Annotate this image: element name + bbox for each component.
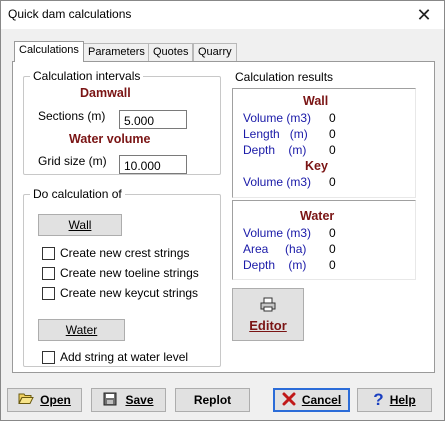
tab-calculations[interactable]: Calculations	[14, 41, 84, 62]
key-volume-value: 0	[329, 175, 336, 189]
cancel-button-label: Cancel	[301, 393, 342, 407]
keycut-strings-label: Create new keycut strings	[60, 286, 199, 300]
dialog-window: Quick dam calculations ✕ Calculations Pa…	[0, 0, 445, 421]
wall-length-value: 0	[329, 127, 336, 141]
editor-button-label: Editor	[249, 317, 287, 333]
wall-button-label: Wall	[68, 218, 92, 232]
crest-strings-check[interactable]: Create new crest strings	[42, 246, 189, 260]
do-calculation-group: Do calculation of Wall Create new crest …	[23, 187, 221, 367]
water-volume-label: Volume (m3)	[243, 226, 312, 240]
save-button[interactable]: Save	[91, 388, 166, 412]
save-icon	[103, 392, 119, 409]
water-results-box: Water Volume (m3) 0 Area (ha) 0 Depth (m…	[232, 200, 416, 280]
water-level-label: Add string at water level	[60, 350, 189, 364]
grid-size-label: Grid size (m)	[38, 154, 107, 168]
calculation-intervals-label: Calculation intervals	[30, 69, 144, 83]
keycut-strings-check[interactable]: Create new keycut strings	[42, 286, 198, 300]
close-icon[interactable]: ✕	[404, 1, 444, 29]
crest-strings-checkbox[interactable]	[42, 246, 55, 260]
toeline-strings-checkbox[interactable]	[42, 266, 55, 280]
wall-depth-value: 0	[329, 143, 336, 157]
toeline-strings-check[interactable]: Create new toeline strings	[42, 266, 199, 280]
keycut-strings-checkbox[interactable]	[42, 286, 55, 300]
sections-label: Sections (m)	[38, 109, 106, 123]
tab-parameters[interactable]: Parameters	[83, 43, 150, 61]
key-results-heading: Key	[305, 159, 328, 173]
replot-button[interactable]: Replot	[175, 388, 250, 412]
calculation-results-label: Calculation results	[235, 70, 334, 84]
water-results-heading: Water	[300, 209, 335, 223]
water-area-label: Area (ha)	[243, 242, 307, 256]
water-volume-heading: Water volume	[69, 132, 151, 146]
wall-button[interactable]: Wall	[38, 214, 122, 236]
wall-results-box: Wall Volume (m3) 0 Length (m) 0 Depth (m…	[232, 88, 416, 198]
replot-button-label: Replot	[193, 393, 232, 407]
tab-quotes[interactable]: Quotes	[148, 43, 194, 61]
wall-volume-value: 0	[329, 111, 336, 125]
wall-depth-label: Depth (m)	[243, 143, 307, 157]
editor-button[interactable]: Editor	[232, 288, 304, 341]
calculations-panel: Calculation intervals Damwall Sections (…	[12, 61, 435, 373]
toeline-strings-label: Create new toeline strings	[60, 266, 199, 280]
water-depth-value: 0	[329, 258, 336, 272]
open-button[interactable]: Open	[7, 388, 82, 412]
water-volume-value: 0	[329, 226, 336, 240]
wall-length-label: Length (m)	[243, 127, 308, 141]
printer-icon	[260, 297, 276, 315]
cancel-button[interactable]: Cancel	[273, 388, 350, 412]
title-bar: Quick dam calculations ✕	[1, 1, 444, 29]
water-depth-label: Depth (m)	[243, 258, 307, 272]
water-area-value: 0	[329, 242, 336, 256]
water-button-label: Water	[65, 323, 98, 337]
wall-volume-label: Volume (m3)	[243, 111, 312, 125]
damwall-heading: Damwall	[80, 86, 131, 100]
grid-size-input[interactable]	[119, 155, 187, 174]
key-volume-label: Volume (m3)	[243, 175, 312, 189]
question-icon: ?	[373, 390, 384, 409]
open-button-label: Open	[40, 393, 71, 407]
water-level-check[interactable]: Add string at water level	[42, 350, 188, 364]
calculation-intervals-group: Calculation intervals Damwall Sections (…	[23, 69, 221, 175]
help-button[interactable]: ? Help	[357, 388, 432, 412]
x-icon	[282, 392, 296, 409]
folder-open-icon	[18, 392, 34, 408]
do-calculation-label: Do calculation of	[30, 187, 125, 201]
tab-quarry[interactable]: Quarry	[193, 43, 237, 61]
water-button[interactable]: Water	[38, 319, 125, 341]
water-level-checkbox[interactable]	[42, 350, 55, 364]
save-button-label: Save	[125, 393, 154, 407]
sections-input[interactable]	[119, 110, 187, 129]
wall-results-heading: Wall	[303, 94, 329, 108]
help-button-label: Help	[389, 393, 416, 407]
crest-strings-label: Create new crest strings	[60, 246, 190, 260]
window-title: Quick dam calculations	[8, 7, 132, 21]
